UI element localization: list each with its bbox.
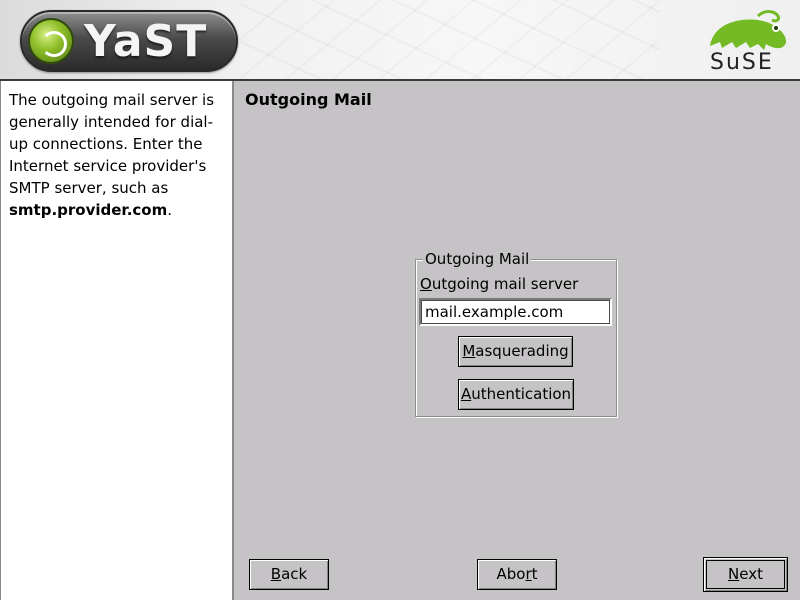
server-label-text: utgoing mail server bbox=[431, 275, 579, 293]
abort-label-start: Abo bbox=[496, 565, 526, 583]
yast-logo-text: YaST bbox=[84, 16, 208, 67]
back-label: ack bbox=[281, 565, 308, 583]
header-banner: YaST SuSE bbox=[0, 0, 800, 80]
next-button[interactable]: Next bbox=[703, 557, 788, 592]
page-title: Outgoing Mail bbox=[245, 90, 372, 109]
server-label-mnemonic: O bbox=[420, 275, 432, 293]
yast-orb-icon bbox=[28, 18, 74, 64]
authentication-mnemonic: A bbox=[460, 385, 472, 403]
masquerading-button[interactable]: Masquerading bbox=[458, 336, 573, 367]
outgoing-mail-server-input[interactable] bbox=[419, 298, 612, 326]
help-example-server: smtp.provider.com bbox=[9, 201, 168, 219]
next-mnemonic: N bbox=[728, 565, 740, 583]
abort-button[interactable]: Abort bbox=[477, 559, 557, 590]
masquerading-label: asquerading bbox=[475, 342, 569, 360]
yast-logo: YaST bbox=[20, 10, 238, 72]
help-text-end: . bbox=[167, 201, 172, 219]
suse-logo-text: SuSE bbox=[710, 50, 774, 75]
groupbox-label: Outgoing Mail bbox=[423, 250, 532, 268]
help-panel: The outgoing mail server is generally in… bbox=[0, 81, 234, 600]
authentication-label: uthentication bbox=[471, 385, 572, 403]
abort-label-end: t bbox=[531, 565, 538, 583]
outgoing-mail-server-label: Outgoing mail server bbox=[420, 275, 578, 293]
authentication-button[interactable]: Authentication bbox=[458, 379, 574, 410]
masquerading-mnemonic: M bbox=[462, 342, 476, 360]
keyboard-background-graphic bbox=[240, 0, 660, 80]
suse-logo: SuSE bbox=[706, 8, 792, 75]
back-mnemonic: B bbox=[270, 565, 282, 583]
next-label: ext bbox=[739, 565, 763, 583]
chameleon-icon bbox=[710, 10, 787, 50]
back-button[interactable]: Back bbox=[249, 559, 329, 590]
help-text: The outgoing mail server is generally in… bbox=[9, 91, 215, 197]
